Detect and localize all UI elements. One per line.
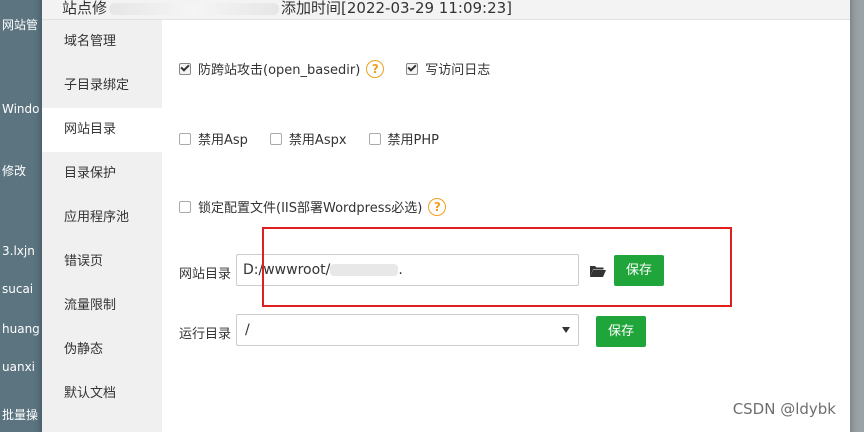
access-log-checkbox[interactable] <box>406 62 419 75</box>
disable-php-label: 禁用PHP <box>387 133 440 148</box>
settings-sidebar: 域名管理 子目录绑定 网站目录 目录保护 应用程序池 错误页 流量限制 伪静态 … <box>42 20 162 432</box>
sidebar-item-subdirectory-binding[interactable]: 子目录绑定 <box>42 64 162 108</box>
sidebar-item-app-pool[interactable]: 应用程序池 <box>42 196 162 240</box>
watermark: CSDN @ldybk <box>732 400 836 418</box>
site-directory-panel: 防跨站攻击(open_basedir) ? 写访问日志 禁用Asp 禁用Aspx… <box>162 20 850 432</box>
sidebar-item-default-document[interactable]: 默认文档 <box>42 372 162 416</box>
run-directory-label: 运行目录 <box>179 327 232 342</box>
background-text: Windo <box>2 102 40 116</box>
redacted-site-name <box>109 2 280 15</box>
background-text: sucai <box>2 282 34 296</box>
run-directory-select[interactable]: / <box>236 314 579 346</box>
background-site-list: 网站管 Windo 修改 3.lxjn sucai huang uanxi 批量… <box>0 0 42 432</box>
disable-asp-checkbox[interactable] <box>179 132 191 145</box>
access-log-option[interactable]: 写访问日志 <box>406 59 490 78</box>
disable-asp-option[interactable]: 禁用Asp <box>179 129 248 148</box>
help-icon[interactable]: ? <box>366 59 385 78</box>
anti-cross-site-label: 防跨站攻击(open_basedir) <box>198 63 361 78</box>
lock-config-option[interactable]: 锁定配置文件(IIS部署Wordpress必选) ? <box>179 197 447 216</box>
disable-aspx-label: 禁用Aspx <box>288 133 347 148</box>
save-run-directory-button[interactable]: 保存 <box>596 316 647 347</box>
background-text: uanxi <box>2 360 35 374</box>
disable-php-option[interactable]: 禁用PHP <box>368 129 440 148</box>
access-log-label: 写访问日志 <box>425 63 491 78</box>
disable-aspx-checkbox[interactable] <box>269 132 282 145</box>
site-settings-modal: 站点修 添加时间[2022-03-29 11:09:23] 域名管理 子目录绑定 … <box>42 0 850 432</box>
help-icon[interactable]: ? <box>428 197 447 216</box>
modal-title-prefix: 站点修 <box>62 0 108 17</box>
highlight-annotation <box>262 227 732 307</box>
sidebar-item-domain[interactable]: 域名管理 <box>42 20 162 64</box>
sidebar-item-directory-protection[interactable]: 目录保护 <box>42 152 162 196</box>
modal-title: 站点修 添加时间[2022-03-29 11:09:23] <box>62 0 512 18</box>
disable-php-checkbox[interactable] <box>368 132 381 145</box>
modal-header: 站点修 添加时间[2022-03-29 11:09:23] <box>42 0 850 20</box>
background-text: 3.lxjn <box>2 244 35 258</box>
sidebar-item-traffic-limit[interactable]: 流量限制 <box>42 284 162 328</box>
dropdown-arrow-icon <box>562 327 570 333</box>
disable-aspx-option[interactable]: 禁用Aspx <box>269 129 347 148</box>
background-edge <box>850 0 864 432</box>
option-row-security: 防跨站攻击(open_basedir) ? 写访问日志 <box>179 59 512 78</box>
sidebar-item-rewrite[interactable]: 伪静态 <box>42 328 162 372</box>
background-text: 网站管 <box>2 18 39 32</box>
sidebar-item-site-directory[interactable]: 网站目录 <box>42 108 162 152</box>
modal-title-added-time: 添加时间[2022-03-29 11:09:23] <box>281 0 513 17</box>
background-text: huang <box>2 322 40 336</box>
option-row-lock-config: 锁定配置文件(IIS部署Wordpress必选) ? <box>179 197 468 216</box>
option-row-disable-handlers: 禁用Asp 禁用Aspx 禁用PHP <box>179 129 461 148</box>
site-directory-label: 网站目录 <box>179 267 232 282</box>
anti-cross-site-checkbox[interactable] <box>179 62 191 75</box>
background-text: 修改 <box>2 164 27 178</box>
anti-cross-site-option[interactable]: 防跨站攻击(open_basedir) ? <box>179 59 385 78</box>
sidebar-item-error-page[interactable]: 错误页 <box>42 240 162 284</box>
lock-config-label: 锁定配置文件(IIS部署Wordpress必选) <box>198 201 423 216</box>
lock-config-checkbox[interactable] <box>179 200 191 213</box>
run-directory-selected: / <box>245 322 250 338</box>
background-text: 批量操 <box>2 408 39 422</box>
disable-asp-label: 禁用Asp <box>198 133 248 148</box>
